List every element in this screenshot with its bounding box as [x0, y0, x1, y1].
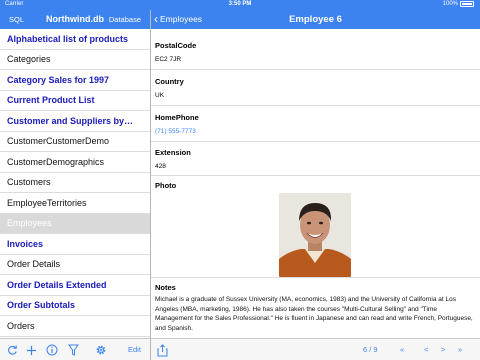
info-icon[interactable] — [45, 343, 59, 357]
clock: 3:50 PM — [228, 1, 252, 7]
refresh-icon[interactable] — [5, 343, 19, 357]
last-record-button[interactable]: » — [458, 345, 462, 354]
list-item[interactable]: CustomerDemographics — [0, 152, 150, 173]
list-item[interactable]: Order Details Extended — [0, 275, 150, 296]
list-item-label: Order Subtotals — [7, 300, 76, 311]
list-item-label: Orders — [7, 320, 35, 331]
list-item-label: Alphabetical list of products — [7, 33, 129, 44]
battery-indicator: 100% — [443, 1, 474, 7]
page-indicator: 6 / 9 — [363, 345, 378, 354]
master-toolbar: Edit — [0, 338, 150, 360]
gear-icon[interactable] — [94, 343, 108, 357]
notes-value[interactable]: Michael is a graduate of Sussex Universi… — [155, 295, 475, 333]
list-item-label: CustomerCustomerDemo — [7, 136, 110, 147]
field-label: Notes — [155, 283, 176, 292]
list-item[interactable]: Order Subtotals — [0, 296, 150, 316]
list-item-label: Order Details Extended — [7, 279, 107, 290]
field-value[interactable]: UK — [151, 86, 480, 99]
detail-toolbar: 6 / 9 « < > » — [151, 338, 480, 360]
status-bar: Carrier 3:50 PM 100% — [0, 0, 480, 10]
field-extension: Extension 428 — [151, 141, 480, 175]
list-item[interactable]: Categories — [0, 50, 150, 70]
battery-percent: 100% — [442, 1, 458, 7]
table-list: Alphabetical list of products Categories C… — [0, 29, 150, 338]
list-item[interactable]: Current Product List — [0, 91, 150, 111]
field-value[interactable]: 428 — [151, 157, 480, 170]
battery-icon — [460, 1, 474, 7]
field-home-phone: HomePhone (71) 555-7773 — [151, 105, 480, 141]
field-photo: Photo — [151, 175, 480, 190]
first-record-button[interactable]: « — [400, 345, 404, 354]
list-item-label: CustomerDemographics — [7, 156, 105, 167]
phone-link[interactable]: (71) 555-7773 — [151, 122, 480, 135]
list-item-label: Invoices — [7, 238, 44, 249]
field-label: Extension — [155, 148, 191, 157]
share-icon[interactable] — [155, 343, 169, 357]
list-item-label: Categories — [7, 54, 51, 65]
list-item[interactable]: Orders — [0, 316, 150, 337]
add-icon[interactable] — [24, 343, 38, 357]
list-item-label: Customers — [7, 177, 51, 188]
field-country: Country UK — [151, 69, 480, 105]
field-label: HomePhone — [155, 113, 199, 122]
field-label: Country — [155, 77, 184, 86]
field-label: Photo — [155, 181, 177, 190]
list-item[interactable]: Customer and Suppliers by… — [0, 111, 150, 132]
master-nav-bar: SQL Northwind.db Database — [0, 10, 150, 29]
database-button[interactable]: Database — [109, 15, 141, 24]
next-record-button[interactable]: > — [441, 345, 445, 354]
list-item[interactable]: Category Sales for 1997 — [0, 70, 150, 91]
employee-photo[interactable] — [279, 193, 351, 277]
list-item[interactable]: Alphabetical list of products — [0, 29, 150, 50]
list-item[interactable]: Customers — [0, 173, 150, 193]
filter-icon[interactable] — [66, 343, 80, 357]
field-notes: Notes — [151, 277, 480, 295]
field-postal-code: PostalCode EC2 7JR — [151, 29, 480, 69]
field-label: PostalCode — [155, 41, 197, 50]
list-item-label: Order Details — [7, 259, 61, 270]
edit-button[interactable]: Edit — [128, 345, 141, 354]
list-item[interactable]: CustomerCustomerDemo — [0, 132, 150, 152]
record-title: Employee 6 — [289, 14, 342, 25]
list-item[interactable]: Invoices — [0, 234, 150, 255]
list-item[interactable]: Employees — [0, 213, 150, 234]
list-item-label: Category Sales for 1997 — [7, 74, 110, 85]
list-item-label: Customer and Suppliers by… — [7, 115, 134, 126]
list-item-label: EmployeeTerritories — [7, 197, 87, 208]
previous-record-button[interactable]: < — [424, 345, 428, 354]
record-detail: PostalCode EC2 7JR Country UK HomePhone … — [151, 29, 480, 338]
field-value[interactable]: EC2 7JR — [151, 50, 480, 63]
list-item-label: Employees — [7, 218, 52, 229]
list-item-label: Current Product List — [7, 95, 95, 106]
detail-nav-bar: ‹ Employees Employee 6 — [151, 10, 480, 29]
list-item[interactable]: EmployeeTerritories — [0, 193, 150, 214]
list-item[interactable]: Order Details — [0, 255, 150, 275]
